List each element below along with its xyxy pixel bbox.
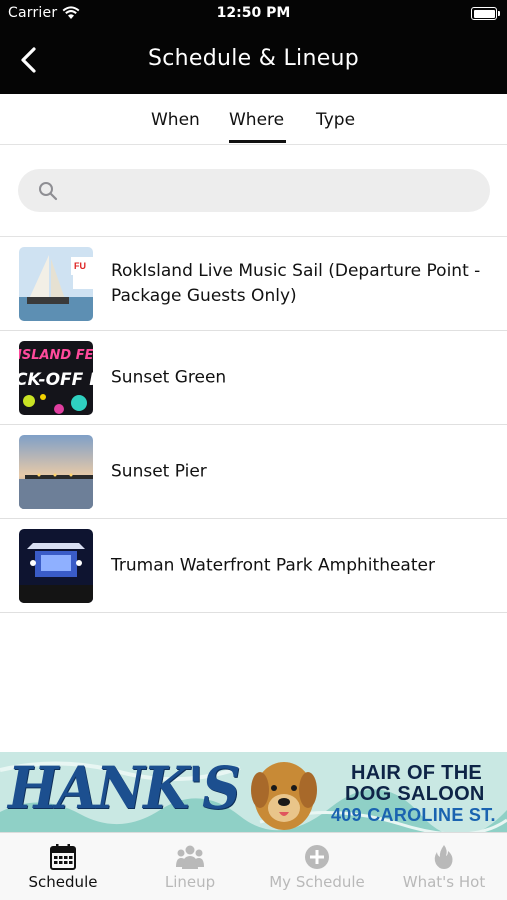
- dog-mascot-icon: [251, 762, 317, 830]
- search-icon: [39, 182, 58, 201]
- active-tab-indicator: [229, 140, 286, 143]
- calendar-icon: [50, 844, 76, 870]
- tab-when[interactable]: When: [151, 110, 200, 130]
- search-input[interactable]: [68, 169, 468, 212]
- tab-label: Schedule: [28, 873, 98, 891]
- pier-sunset-thumbnail: [19, 435, 93, 509]
- list-item[interactable]: Sunset Pier: [0, 425, 507, 519]
- svg-text:ISLAND FES: ISLAND FES: [19, 348, 93, 363]
- list-item[interactable]: Truman Waterfront Park Amphitheater: [0, 519, 507, 613]
- tab-label: My Schedule: [269, 873, 365, 891]
- tab-label: Lineup: [164, 873, 216, 891]
- brand-logo: HANK'S: [8, 754, 241, 822]
- tab-schedule[interactable]: Schedule: [0, 833, 126, 900]
- bottom-tab-bar: Schedule Lineup My Schedule What's Hot: [0, 832, 507, 900]
- kick-off-poster-thumbnail: ISLAND FES CK-OFF PAR: [19, 341, 93, 415]
- catamaran-thumbnail: FU: [19, 247, 93, 321]
- status-bar: Carrier 12:50 PM: [0, 0, 507, 28]
- app-header: Carrier 12:50 PM Schedule & Lineup: [0, 0, 507, 94]
- search-bar[interactable]: [18, 169, 490, 212]
- venue-list: FU RokIsland Live Music Sail (Departure …: [0, 237, 507, 613]
- status-time: 12:50 PM: [216, 5, 291, 21]
- people-icon: [176, 845, 204, 869]
- venue-name: Truman Waterfront Park Amphitheater: [111, 555, 435, 575]
- plus-circle-icon: [305, 845, 329, 869]
- svg-text:CK-OFF PAR: CK-OFF PAR: [19, 370, 93, 390]
- concert-stage-thumbnail: [19, 529, 93, 603]
- page-title: Schedule & Lineup: [147, 46, 360, 71]
- ad-address: 409 CAROLINE ST.: [331, 805, 496, 825]
- venue-name: Sunset Pier: [111, 461, 207, 481]
- list-item[interactable]: ISLAND FES CK-OFF PAR Sunset Green: [0, 331, 507, 425]
- venue-name: RokIsland Live Music Sail (Departure Poi…: [111, 260, 481, 306]
- tab-whats-hot[interactable]: What's Hot: [381, 833, 507, 900]
- battery-icon: [471, 7, 500, 20]
- ad-subheadline: DOG SALOON: [345, 783, 485, 805]
- tab-type[interactable]: Type: [316, 110, 355, 130]
- ad-headline: HAIR OF THE: [351, 762, 483, 784]
- tab-my-schedule[interactable]: My Schedule: [254, 833, 380, 900]
- list-item[interactable]: FU RokIsland Live Music Sail (Departure …: [0, 237, 507, 331]
- venue-name: Sunset Green: [111, 367, 227, 387]
- svg-text:FU: FU: [74, 261, 86, 271]
- tab-where[interactable]: Where: [229, 110, 284, 130]
- tab-label: What's Hot: [402, 873, 486, 891]
- filter-tabs: When Where Type: [0, 94, 507, 145]
- tab-lineup[interactable]: Lineup: [127, 833, 253, 900]
- banner-ad[interactable]: HANK'S HAIR OF THE DOG SALOON 409 CAROLI…: [0, 752, 507, 832]
- flame-icon: [434, 845, 453, 869]
